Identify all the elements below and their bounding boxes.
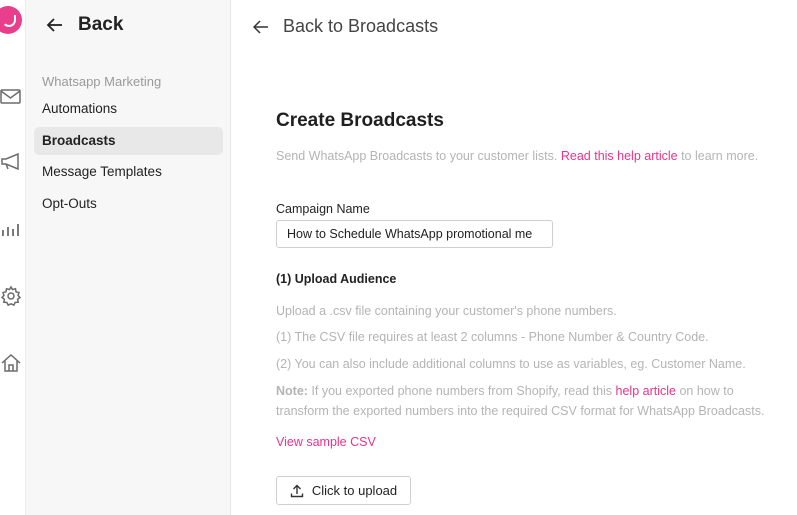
view-sample-csv-link[interactable]: View sample CSV: [276, 435, 376, 449]
sidebar-nav: Automations Broadcasts Message Templates…: [34, 95, 223, 221]
arrow-left-icon: [253, 19, 268, 34]
sidebar-item-automations[interactable]: Automations: [34, 95, 223, 123]
upload-hint-2: (1) The CSV file requires at least 2 col…: [276, 330, 709, 344]
logo-icon[interactable]: [0, 6, 22, 34]
click-to-upload-button[interactable]: Click to upload: [276, 476, 411, 505]
note-help-article-link[interactable]: help article: [616, 384, 676, 398]
megaphone-icon[interactable]: [0, 150, 22, 172]
sidebar-back-label: Back: [78, 14, 124, 35]
main-content: Back to Broadcasts Create Broadcasts Sen…: [231, 0, 797, 515]
mail-icon[interactable]: [0, 85, 22, 107]
subtitle-text: Send WhatsApp Broadcasts to your custome…: [276, 149, 561, 163]
chart-icon[interactable]: [0, 218, 22, 240]
back-to-broadcasts-link[interactable]: Back to Broadcasts: [253, 16, 438, 37]
upload-hint-3: (2) You can also include additional colu…: [276, 357, 746, 371]
shopify-note-line-2: transform the exported numbers into the …: [276, 404, 765, 418]
page-title: Create Broadcasts: [276, 110, 444, 131]
sidebar: Back Whatsapp Marketing Automations Broa…: [26, 0, 231, 515]
back-to-broadcasts-label: Back to Broadcasts: [283, 16, 439, 36]
sidebar-back-button[interactable]: Back: [46, 14, 123, 36]
upload-hint-1: Upload a .csv file containing your custo…: [276, 304, 617, 318]
note-label: Note:: [276, 384, 308, 398]
sidebar-item-message-templates[interactable]: Message Templates: [34, 158, 223, 186]
arrow-left-icon: [46, 18, 62, 32]
note-text: If you exported phone numbers from Shopi…: [307, 384, 616, 398]
sidebar-item-broadcasts[interactable]: Broadcasts: [34, 126, 223, 155]
upload-icon: [290, 484, 304, 497]
subtitle-suffix: to learn more.: [677, 149, 759, 163]
icon-rail: [0, 0, 26, 515]
campaign-name-input[interactable]: [276, 220, 553, 248]
upload-audience-title: (1) Upload Audience: [276, 272, 397, 286]
upload-button-label: Click to upload: [311, 483, 398, 498]
home-icon[interactable]: [0, 352, 22, 374]
sidebar-item-opt-outs[interactable]: Opt-Outs: [34, 190, 223, 218]
note-suffix: on how to: [675, 384, 734, 398]
shopify-note: Note: If you exported phone numbers from…: [276, 384, 734, 398]
help-article-link[interactable]: Read this help article: [561, 149, 678, 163]
sidebar-section-label: Whatsapp Marketing: [42, 74, 162, 89]
page-subtitle: Send WhatsApp Broadcasts to your custome…: [276, 149, 758, 163]
campaign-name-label: Campaign Name: [276, 202, 370, 216]
gear-icon[interactable]: [0, 285, 22, 307]
